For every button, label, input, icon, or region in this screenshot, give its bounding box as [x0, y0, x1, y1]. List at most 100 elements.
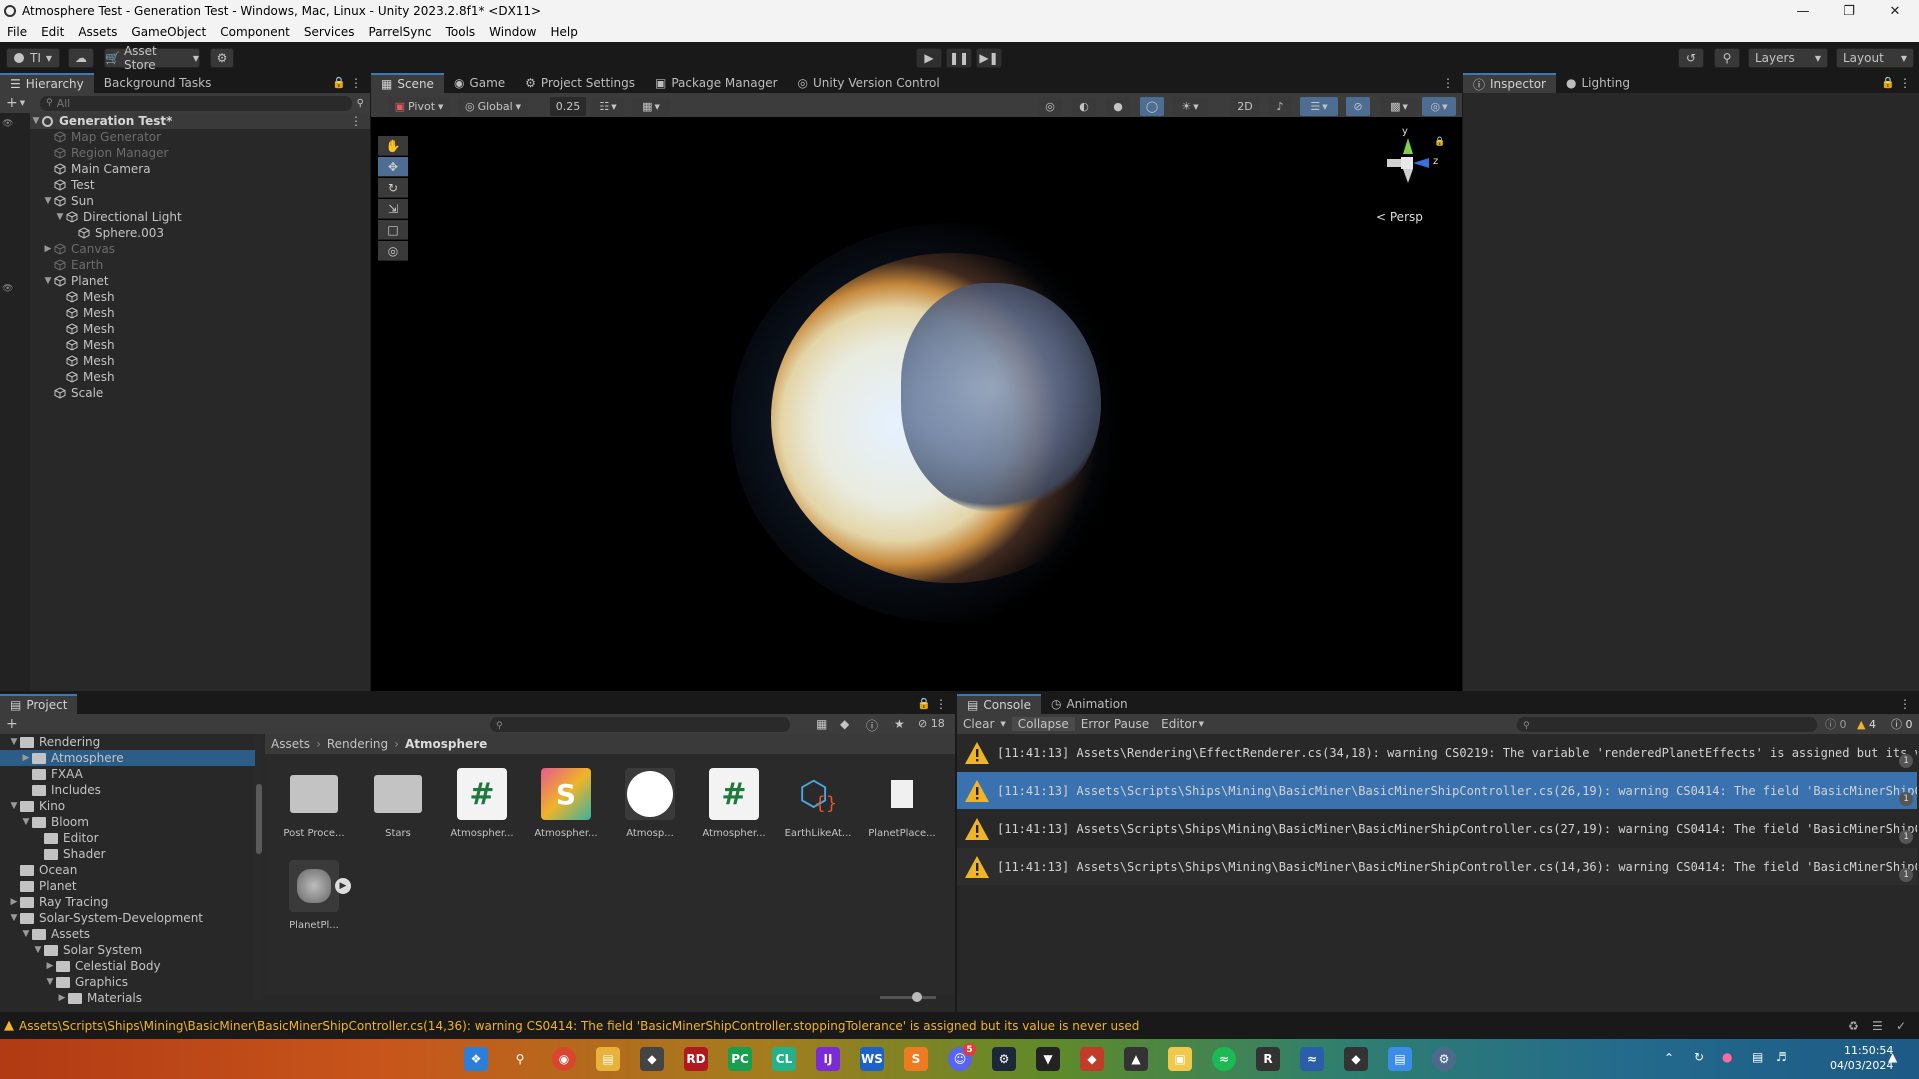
more-icon[interactable]: ⋮ — [350, 76, 362, 90]
tab-package-manager[interactable]: ▣ Package Manager — [645, 73, 788, 93]
global-toggle[interactable]: ◎ Global ▼ — [458, 97, 528, 116]
wireframe-icon[interactable]: ◎ — [1038, 97, 1062, 116]
breadcrumb-rendering[interactable]: Rendering — [327, 737, 388, 751]
gizmo-z-arrow-icon[interactable] — [1413, 158, 1429, 168]
filter-label-icon[interactable]: ◆ — [840, 717, 849, 731]
mode-2d-toggle[interactable]: 2D — [1230, 97, 1260, 116]
hand-tool-icon[interactable]: ✋ — [378, 136, 408, 156]
close-icon[interactable]: ✕ — [1872, 0, 1918, 22]
tab-unity-version-control[interactable]: ◎ Unity Version Control — [788, 73, 950, 93]
project-folder-item[interactable]: ▼ Kino — [0, 798, 255, 814]
app-icon[interactable]: ▼ — [1036, 1047, 1060, 1071]
project-folder-item[interactable]: ▶ Atmosphere — [0, 750, 255, 766]
menu-tools[interactable]: Tools — [439, 25, 483, 39]
error-pause-button[interactable]: Error Pause — [1075, 717, 1155, 731]
expand-arrow-icon[interactable]: ▶ — [42, 244, 54, 254]
tab-project-settings[interactable]: ⚙ Project Settings — [515, 73, 645, 93]
expand-arrow-icon[interactable]: ▶ — [8, 897, 20, 907]
remote-desktop-icon[interactable]: ▤ — [1388, 1047, 1412, 1071]
menu-help[interactable]: Help — [543, 25, 584, 39]
restore-icon[interactable]: ❐ — [1826, 0, 1872, 22]
expand-arrow-icon[interactable]: ▶ — [56, 993, 68, 1003]
grid-snap-input[interactable]: 0.25 — [550, 97, 586, 116]
settings-icon[interactable]: ⚙ — [1432, 1047, 1456, 1071]
console-log-entry[interactable]: [11:41:13] Assets\Scripts\Ships\Mining\B… — [957, 810, 1917, 847]
expand-arrow-icon[interactable]: ▶ — [44, 961, 56, 971]
console-log-entry[interactable]: [11:41:13] Assets\Rendering\EffectRender… — [957, 734, 1917, 771]
filter-log-icon[interactable]: ⓘ — [866, 717, 878, 734]
effects-icon[interactable]: ☰ ▼ — [1300, 97, 1338, 116]
sublime-icon[interactable]: S — [904, 1047, 928, 1071]
hidden-packages-icon[interactable]: ⊘ 18 — [918, 717, 945, 730]
console-search-input[interactable]: ⚲ — [1517, 717, 1817, 732]
layers-dropdown[interactable]: Layers ▼ — [1748, 48, 1828, 68]
expand-arrow-icon[interactable]: ▼ — [44, 977, 56, 987]
gizmo-center-icon[interactable] — [1401, 157, 1413, 169]
project-folder-item[interactable]: FXAA — [0, 766, 255, 782]
scene-more-icon[interactable]: ⋮ — [350, 114, 362, 128]
tab-background-tasks[interactable]: Background Tasks — [94, 73, 222, 93]
asset-item[interactable]: Atmosp... — [609, 764, 691, 844]
editor-dropdown[interactable]: Editor — [1155, 717, 1199, 731]
project-folder-item[interactable]: Planet — [0, 878, 255, 894]
tab-inspector[interactable]: ⓘ Inspector — [1463, 73, 1556, 93]
photos-icon[interactable]: ▣ — [1168, 1047, 1192, 1071]
display-icon[interactable]: ▤ — [1752, 1050, 1763, 1064]
tab-scene[interactable]: ▦ Scene — [371, 73, 444, 93]
hierarchy-item[interactable]: ▼ Directional Light — [0, 209, 370, 225]
pause-button[interactable]: ❚❚ — [946, 48, 972, 68]
menu-gameobject[interactable]: GameObject — [124, 25, 213, 39]
move-tool-icon[interactable]: ✥ — [378, 157, 408, 177]
camera-icon[interactable]: ▩ ▼ — [1380, 97, 1418, 116]
eye-icon[interactable]: 👁 — [2, 119, 13, 129]
steam-icon[interactable]: ⚙ — [992, 1047, 1016, 1071]
grid-icon[interactable]: ☷ ▼ — [592, 97, 624, 116]
rect-tool-icon[interactable]: □ — [378, 220, 408, 240]
expand-arrow-icon[interactable]: ▼ — [8, 913, 20, 923]
scale-tool-icon[interactable]: ⇲ — [378, 199, 408, 219]
task-manager-icon[interactable]: ≈ — [1300, 1047, 1324, 1071]
tab-project[interactable]: ▤ Project — [0, 694, 78, 714]
shaded-icon[interactable]: ● — [1106, 97, 1130, 116]
menu-edit[interactable]: Edit — [34, 25, 71, 39]
file-explorer-icon[interactable]: ▤ — [596, 1047, 620, 1071]
project-folder-item[interactable]: ▶ Ray Tracing — [0, 894, 255, 910]
minimize-icon[interactable]: — — [1780, 0, 1826, 22]
cloud-icon[interactable]: ☁ — [68, 48, 94, 68]
tab-hierarchy[interactable]: ☰ Hierarchy — [0, 73, 94, 93]
project-folder-item[interactable]: Includes — [0, 782, 255, 798]
chrome-icon[interactable]: ◉ — [552, 1047, 576, 1071]
spotify-icon[interactable]: ≈ — [1212, 1047, 1236, 1071]
project-folder-item[interactable]: ▼ Solar System — [0, 942, 255, 958]
intellij-icon[interactable]: IJ — [816, 1047, 840, 1071]
expand-arrow-icon[interactable]: ▼ — [8, 737, 20, 747]
menu-file[interactable]: File — [0, 25, 34, 39]
discord-icon[interactable]: ☺ 5 — [948, 1043, 976, 1071]
hierarchy-item[interactable]: Mesh — [0, 353, 370, 369]
rider-icon[interactable]: RD — [684, 1047, 708, 1071]
menu-window[interactable]: Window — [482, 25, 543, 39]
history-icon[interactable]: ↺ — [1678, 48, 1704, 68]
expand-arrow-icon[interactable]: ▼ — [32, 945, 44, 955]
asset-item[interactable]: Stars — [357, 764, 439, 844]
hierarchy-item[interactable]: Test — [0, 177, 370, 193]
menu-parrelsync[interactable]: ParrelSync — [362, 25, 439, 39]
tab-animation[interactable]: ◷ Animation — [1041, 694, 1138, 714]
volume-icon[interactable]: ♬ — [1776, 1050, 1787, 1064]
menu-assets[interactable]: Assets — [71, 25, 124, 39]
project-folder-item[interactable]: ▼ Bloom — [0, 814, 255, 830]
hierarchy-item[interactable]: Scale — [0, 385, 370, 401]
project-search-input[interactable]: ⚲ — [490, 717, 790, 732]
hierarchy-item[interactable]: Mesh — [0, 289, 370, 305]
info-count-toggle[interactable]: ⓘ 0 — [1825, 716, 1847, 732]
hierarchy-item[interactable]: Region Manager — [0, 145, 370, 161]
collab-icon[interactable]: ⚙ — [210, 48, 234, 68]
account-button[interactable]: TI ▼ — [6, 48, 60, 68]
inspector-more-icon[interactable]: ⋮ — [1899, 76, 1911, 90]
rotate-tool-icon[interactable]: ↻ — [378, 178, 408, 198]
gizmo-neg-y-arrow-icon[interactable] — [1403, 169, 1413, 183]
hierarchy-item[interactable]: Mesh — [0, 369, 370, 385]
menu-services[interactable]: Services — [297, 25, 362, 39]
gizmos-icon[interactable]: ◎ ▼ — [1422, 97, 1456, 116]
expand-arrow-icon[interactable]: ▼ — [54, 212, 66, 222]
